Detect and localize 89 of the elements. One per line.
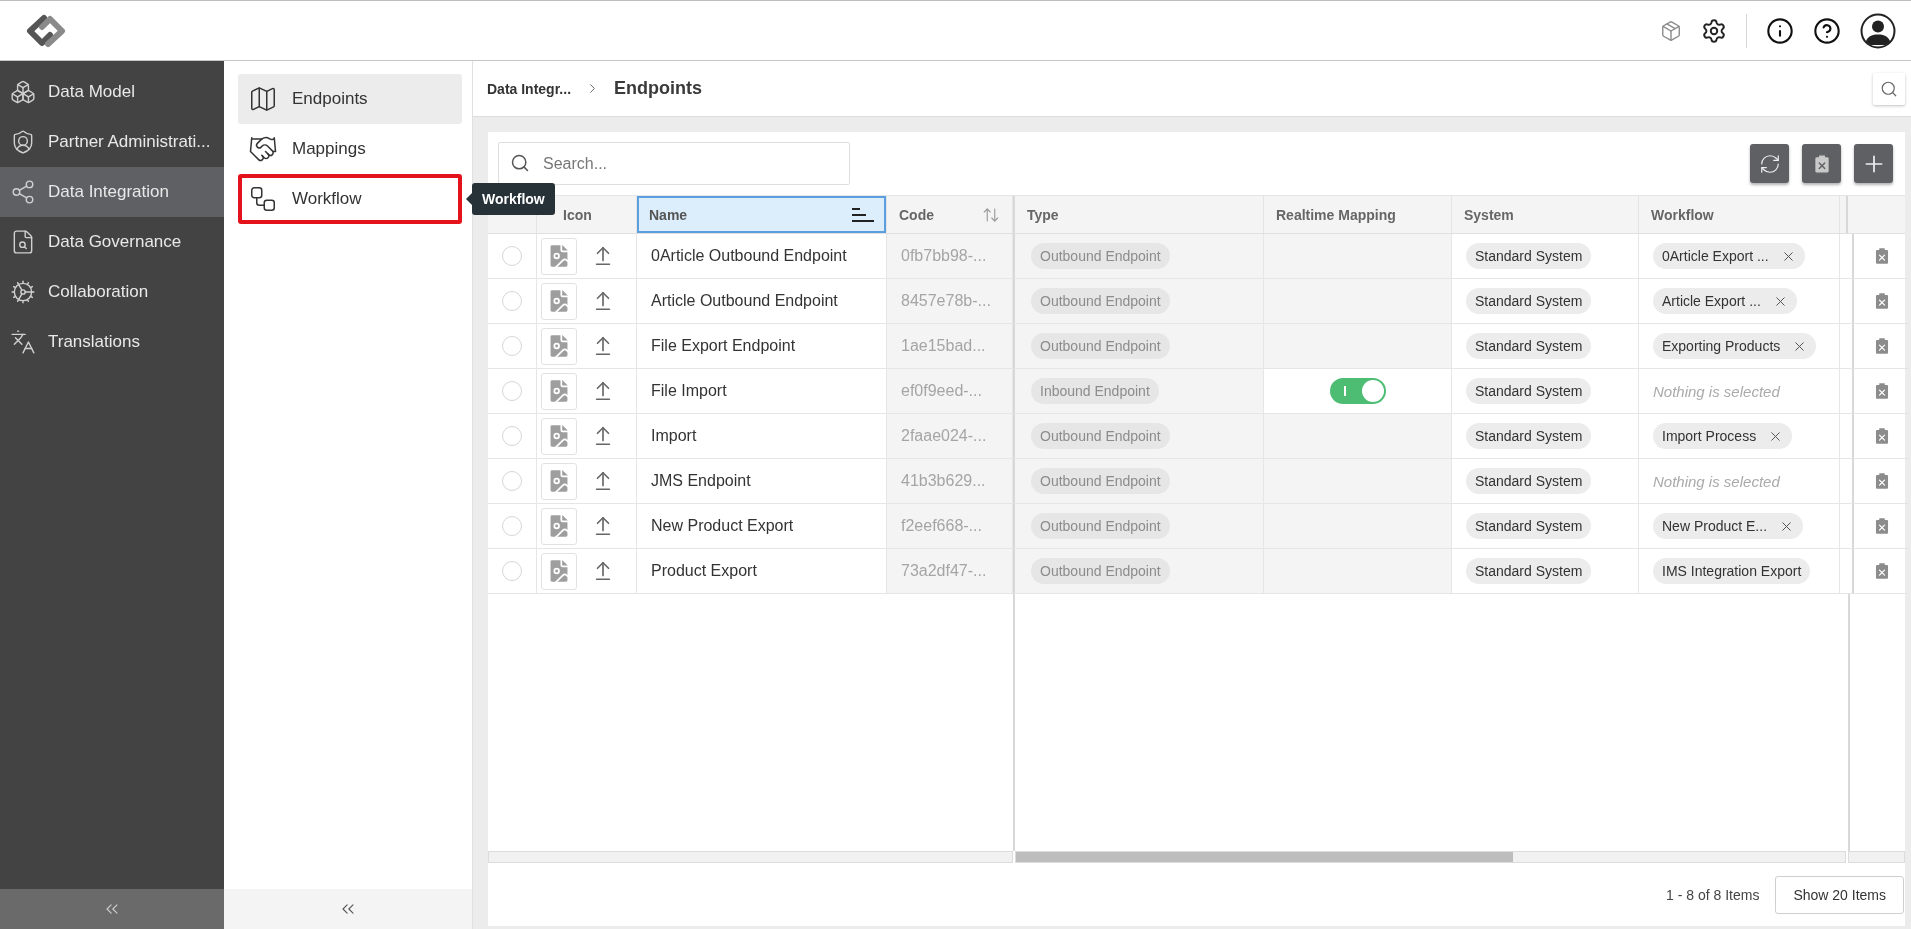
table-cell: 73a2df47-...: [887, 549, 1013, 594]
image-placeholder-icon: [541, 552, 577, 590]
nav-item[interactable]: Data Integration: [0, 167, 224, 217]
type-tag: Outbound Endpoint: [1031, 513, 1170, 539]
cubes-icon: [10, 79, 36, 105]
image-placeholder-icon: [541, 282, 577, 320]
column-header[interactable]: Code: [887, 196, 1013, 233]
toggle-switch[interactable]: [1329, 378, 1386, 404]
workflow-name: Exporting Products: [1662, 338, 1781, 354]
page-title: Endpoints: [614, 78, 703, 99]
system-tag: Standard System: [1466, 243, 1592, 269]
search-icon: [1880, 79, 1898, 98]
sync-button[interactable]: [1750, 144, 1789, 183]
subnav-item[interactable]: Endpoints: [238, 74, 462, 124]
row-radio[interactable]: [502, 516, 522, 536]
table-cell: 8457e78b-...: [887, 279, 1013, 324]
row-radio[interactable]: [502, 291, 522, 311]
nav-item[interactable]: Data Model: [0, 67, 224, 117]
help-icon[interactable]: [1813, 16, 1841, 45]
delete-button[interactable]: [1802, 144, 1841, 183]
image-placeholder-icon: [541, 237, 577, 275]
image-placeholder-icon: [541, 462, 577, 500]
row-radio[interactable]: [502, 381, 522, 401]
column-header: Workflow: [1639, 196, 1840, 233]
refresh-icon: [1758, 152, 1781, 175]
nav-item[interactable]: Partner Administrati...: [0, 117, 224, 167]
type-tag: Outbound Endpoint: [1031, 558, 1170, 584]
table-cell: 2faae024-...: [887, 414, 1013, 459]
row-radio[interactable]: [502, 426, 522, 446]
type-tag: Outbound Endpoint: [1031, 288, 1170, 314]
image-placeholder-icon: [541, 417, 577, 455]
system-tag: Standard System: [1466, 558, 1592, 584]
workflow-name: Article Export ...: [1662, 293, 1761, 309]
add-button[interactable]: [1854, 144, 1893, 183]
workflow-icon: [248, 184, 278, 214]
table-cell: 1ae15bad...: [887, 324, 1013, 369]
image-placeholder-icon: [541, 372, 577, 410]
table-cell: 0fb7bb98-...: [887, 234, 1013, 279]
workflow-name: 0Article Export ...: [1662, 248, 1769, 264]
system-tag: Standard System: [1466, 513, 1592, 539]
handshake-icon: [248, 134, 278, 164]
system-tag: Standard System: [1466, 468, 1592, 494]
share-nodes-icon: [10, 179, 36, 205]
nav-item[interactable]: Data Governance: [0, 217, 224, 267]
subnav-item[interactable]: Mappings: [238, 124, 462, 174]
image-placeholder-icon: [541, 327, 577, 365]
type-tag: Inbound Endpoint: [1031, 378, 1159, 404]
table-cell: f2eef668-...: [887, 504, 1013, 549]
row-radio[interactable]: [502, 471, 522, 491]
gear-icon: [10, 279, 36, 305]
type-tag: Outbound Endpoint: [1031, 333, 1170, 359]
search-icon: [510, 153, 530, 173]
system-tag: Standard System: [1466, 333, 1592, 359]
info-icon[interactable]: [1766, 16, 1794, 45]
table-cell: ef0f9eed-...: [887, 369, 1013, 414]
map-icon: [248, 84, 278, 114]
package-icon[interactable]: [1660, 19, 1682, 42]
system-tag: Standard System: [1466, 378, 1592, 404]
nav-item[interactable]: Collaboration: [0, 267, 224, 317]
type-tag: Outbound Endpoint: [1031, 423, 1170, 449]
row-radio[interactable]: [502, 561, 522, 581]
tooltip: Workflow: [466, 183, 555, 215]
breadcrumb-link[interactable]: Data Integr...: [487, 80, 572, 97]
system-tag: Standard System: [1466, 423, 1592, 449]
row-radio[interactable]: [502, 336, 522, 356]
pagination-summary: 1 - 8 of 8 Items: [1666, 886, 1760, 903]
system-tag: Standard System: [1466, 288, 1592, 314]
workflow-name: Import Process: [1662, 428, 1757, 444]
workflow-name: IMS Integration Export: [1662, 563, 1802, 579]
nav-item[interactable]: Translations: [0, 317, 224, 367]
type-tag: Outbound Endpoint: [1031, 468, 1170, 494]
workflow-name: New Product E...: [1662, 518, 1768, 534]
avatar-icon[interactable]: [1860, 12, 1896, 49]
column-header: System: [1452, 196, 1639, 233]
search-button[interactable]: [1873, 72, 1905, 105]
translate-icon: [10, 329, 36, 355]
sort-icon[interactable]: [852, 207, 874, 222]
column-header[interactable]: Name: [637, 196, 887, 233]
type-tag: Outbound Endpoint: [1031, 243, 1170, 269]
image-placeholder-icon: [541, 507, 577, 545]
row-radio[interactable]: [502, 246, 522, 266]
table-cell: 41b3b629...: [887, 459, 1013, 504]
sort-arrows-icon[interactable]: [982, 205, 1000, 224]
subnav-item[interactable]: Workflow: [238, 174, 462, 224]
search-field[interactable]: Search...: [498, 142, 850, 185]
settings-icon[interactable]: [1701, 17, 1727, 44]
page-size-button[interactable]: Show 20 Items: [1775, 875, 1904, 914]
scrollbar-thumb[interactable]: [1016, 852, 1514, 862]
column-header: Realtime Mapping: [1264, 196, 1452, 233]
